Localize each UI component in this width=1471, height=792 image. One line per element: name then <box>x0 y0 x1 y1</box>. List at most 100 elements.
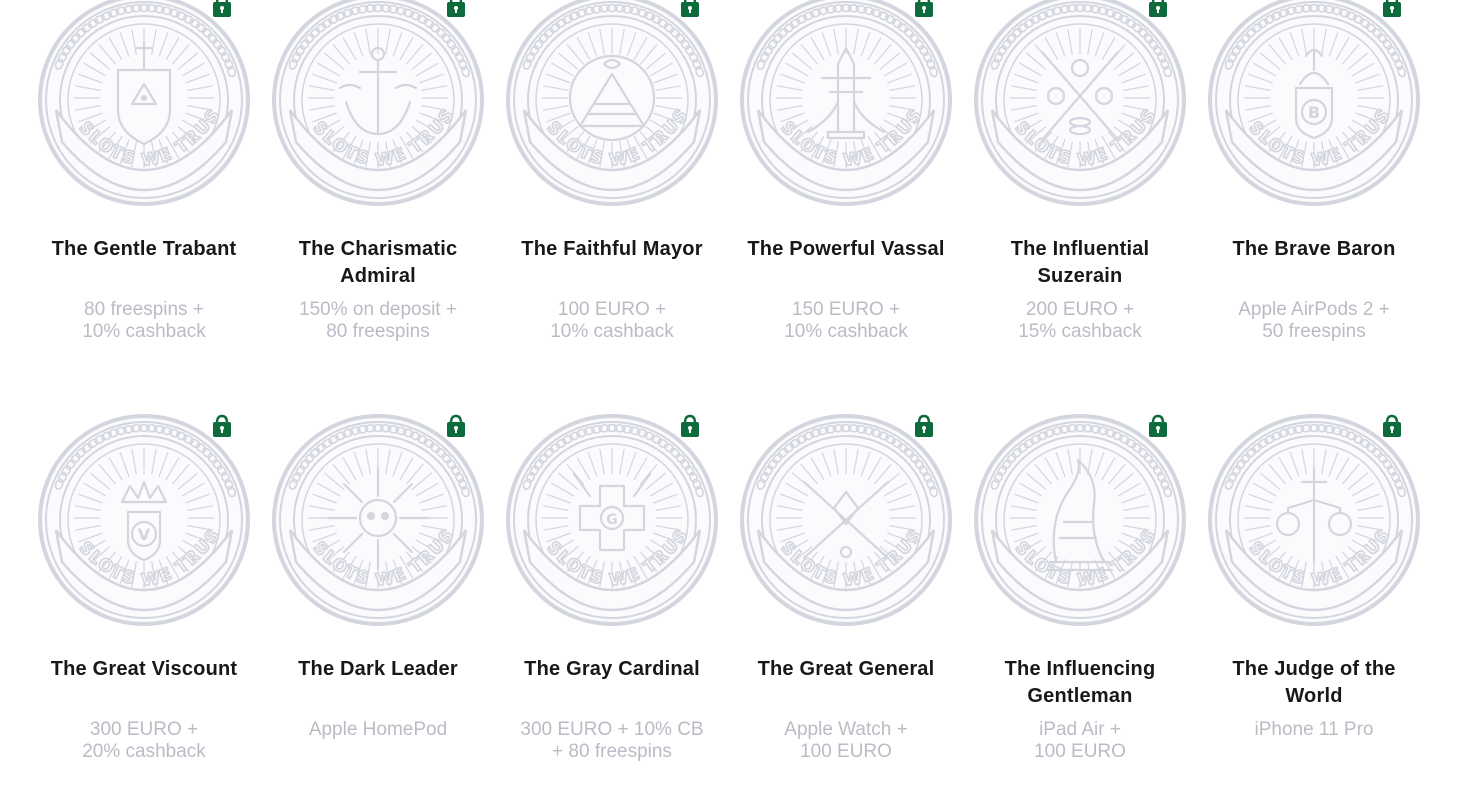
medal-horn-icon: IN SLOTS WE TRUST <box>972 412 1186 626</box>
level-reward-line: 300 EURO + 10% CB <box>520 719 704 740</box>
level-reward: iPad Air +100 EURO <box>963 719 1197 763</box>
medal-crossed-swords-coins-icon: IN SLOTS WE TRUST <box>972 0 1186 206</box>
level-card[interactable]: IN SLOTS WE TRUST The Judge of the World i… <box>1197 412 1431 740</box>
level-text: The Powerful Vassal 150 EURO +10% cashbac… <box>729 236 963 343</box>
medal: IN SLOTS WE TRUST <box>504 0 720 208</box>
level-reward-line: 100 EURO <box>1034 741 1126 762</box>
level-reward: 200 EURO +15% cashback <box>963 299 1197 343</box>
level-reward-line: iPhone 11 Pro <box>1254 719 1374 740</box>
level-reward-line: Apple HomePod <box>308 719 448 740</box>
level-reward: 300 EURO +20% cashback <box>27 719 261 763</box>
level-title: The Great General <box>729 656 963 683</box>
level-text: The Charismatic Admiral 150% on deposit +8… <box>261 236 495 343</box>
level-title-line: World <box>1285 685 1343 707</box>
level-title: The Charismatic Admiral <box>261 236 495 290</box>
svg-text:B: B <box>1308 103 1320 122</box>
level-reward-line: 150 EURO + <box>791 299 901 320</box>
medal-skull-sun-icon: IN SLOTS WE TRUST <box>270 412 484 626</box>
level-card[interactable]: IN SLOTS WE TRUST The Dark Leader Apple H… <box>261 412 495 740</box>
level-reward: Apple Watch +100 EURO <box>729 719 963 763</box>
level-title-line: The Powerful Vassal <box>747 238 945 260</box>
medal-crown-v-icon: IN SLOTS WE TRUST V <box>36 412 250 626</box>
level-title-line: The Gentle Trabant <box>51 238 237 260</box>
medal-sword-scales-icon: IN SLOTS WE TRUST <box>1206 412 1420 626</box>
level-reward-line: 150% on deposit + <box>299 299 457 320</box>
svg-text:G: G <box>606 512 618 528</box>
level-title: The Judge of the World <box>1197 656 1431 710</box>
level-text: The Great Viscount 300 EURO +20% cashback <box>27 656 261 763</box>
level-title-line: The Judge of the <box>1232 658 1396 680</box>
level-title-line: The Great General <box>757 658 935 680</box>
level-reward-line: 10% cashback <box>550 321 674 342</box>
level-reward: 80 freespins +10% cashback <box>27 299 261 343</box>
lock-icon <box>447 414 465 437</box>
medal-crest-b-icon: IN SLOTS WE TRUST B <box>1206 0 1420 206</box>
medal-cross-g-icon: IN SLOTS WE TRUST G <box>504 412 718 626</box>
lock-icon <box>915 414 933 437</box>
level-text: The Gentle Trabant 80 freespins +10% cash… <box>27 236 261 343</box>
lock-icon <box>681 414 699 437</box>
level-card[interactable]: IN SLOTS WE TRUST The Great General Apple… <box>729 412 963 762</box>
svg-text:V: V <box>138 525 151 544</box>
level-reward: 150 EURO +10% cashback <box>729 299 963 343</box>
level-card[interactable]: IN SLOTS WE TRUST The Influencing Gentlem… <box>963 412 1197 762</box>
level-text: The Gray Cardinal 300 EURO + 10% CB + 80 f… <box>495 656 729 763</box>
level-reward: 300 EURO + 10% CB + 80 freespins <box>495 719 729 763</box>
level-reward-line: 100 EURO + <box>557 299 667 320</box>
lock-icon <box>213 0 231 17</box>
medal-shield-eye-icon: IN SLOTS WE TRUST <box>36 0 250 206</box>
lock-icon <box>1149 0 1167 17</box>
medal: IN SLOTS WE TRUST <box>738 0 954 208</box>
level-text: The Influential Suzerain 200 EURO +15% cas… <box>963 236 1197 343</box>
level-reward: 150% on deposit +80 freespins <box>261 299 495 343</box>
level-reward-line: Apple Watch + <box>784 719 908 740</box>
level-title: The Influential Suzerain <box>963 236 1197 290</box>
level-title: The Influencing Gentleman <box>963 656 1197 710</box>
level-reward: iPhone 11 Pro <box>1197 719 1431 741</box>
level-title: The Dark Leader <box>261 656 495 683</box>
level-title-line: The Brave Baron <box>1232 238 1396 260</box>
lock-icon <box>1383 414 1401 437</box>
lock-icon <box>447 0 465 17</box>
level-text: The Judge of the World iPhone 11 Pro <box>1197 656 1431 741</box>
level-reward-line: 300 EURO + <box>89 719 199 740</box>
medal-crossed-cannons-icon: IN SLOTS WE TRUST <box>738 412 952 626</box>
medal: IN SLOTS WE TRUST B <box>1206 0 1422 208</box>
level-card[interactable]: IN SLOTS WE TRUST V The Great Viscount 30… <box>27 412 261 762</box>
medal: IN SLOTS WE TRUST V <box>36 412 252 628</box>
level-reward-line: 80 freespins <box>326 321 430 342</box>
medal: IN SLOTS WE TRUST <box>270 412 486 628</box>
level-text: The Influencing Gentleman iPad Air +100 EU… <box>963 656 1197 763</box>
level-reward-line: 100 EURO <box>800 741 892 762</box>
level-reward-line: Apple AirPods 2 + <box>1238 299 1390 320</box>
level-reward-line: 20% cashback <box>82 741 206 762</box>
level-card[interactable]: IN SLOTS WE TRUST B The Brave Baron Apple… <box>1197 0 1431 342</box>
level-reward: 100 EURO +10% cashback <box>495 299 729 343</box>
lock-icon <box>1383 0 1401 17</box>
level-card[interactable]: IN SLOTS WE TRUST The Powerful Vassal 150… <box>729 0 963 342</box>
level-title: The Gentle Trabant <box>27 236 261 263</box>
level-card[interactable]: IN SLOTS WE TRUST The Influential Suzerai… <box>963 0 1197 342</box>
level-reward-line: 200 EURO + <box>1025 299 1135 320</box>
level-title-line: The Influencing <box>1004 658 1156 680</box>
level-reward-line: 80 freespins + <box>84 299 204 320</box>
medal: IN SLOTS WE TRUST <box>972 412 1188 628</box>
level-title-line: The Influential <box>1010 238 1150 260</box>
level-title-line: Suzerain <box>1037 265 1123 287</box>
level-reward-line: 10% cashback <box>784 321 908 342</box>
lock-icon <box>1149 414 1167 437</box>
level-reward-line: iPad Air + <box>1039 719 1121 740</box>
level-title: The Great Viscount <box>27 656 261 683</box>
level-card[interactable]: IN SLOTS WE TRUST The Charismatic Admiral… <box>261 0 495 342</box>
loyalty-levels-grid: IN SLOTS WE TRUST The Gentle Trabant 80 f… <box>0 0 1471 792</box>
medal: IN SLOTS WE TRUST <box>36 0 252 208</box>
level-title-line: Admiral <box>340 265 416 287</box>
level-card[interactable]: IN SLOTS WE TRUST G The Gray Cardinal 300… <box>495 412 729 762</box>
level-title-line: The Great Viscount <box>50 658 238 680</box>
level-reward: Apple AirPods 2 +50 freespins <box>1197 299 1431 343</box>
medal: IN SLOTS WE TRUST <box>270 0 486 208</box>
level-card[interactable]: IN SLOTS WE TRUST The Faithful Mayor 100 … <box>495 0 729 342</box>
level-title: The Gray Cardinal <box>495 656 729 683</box>
level-card[interactable]: IN SLOTS WE TRUST The Gentle Trabant 80 f… <box>27 0 261 342</box>
level-reward-line: 50 freespins <box>1262 321 1366 342</box>
